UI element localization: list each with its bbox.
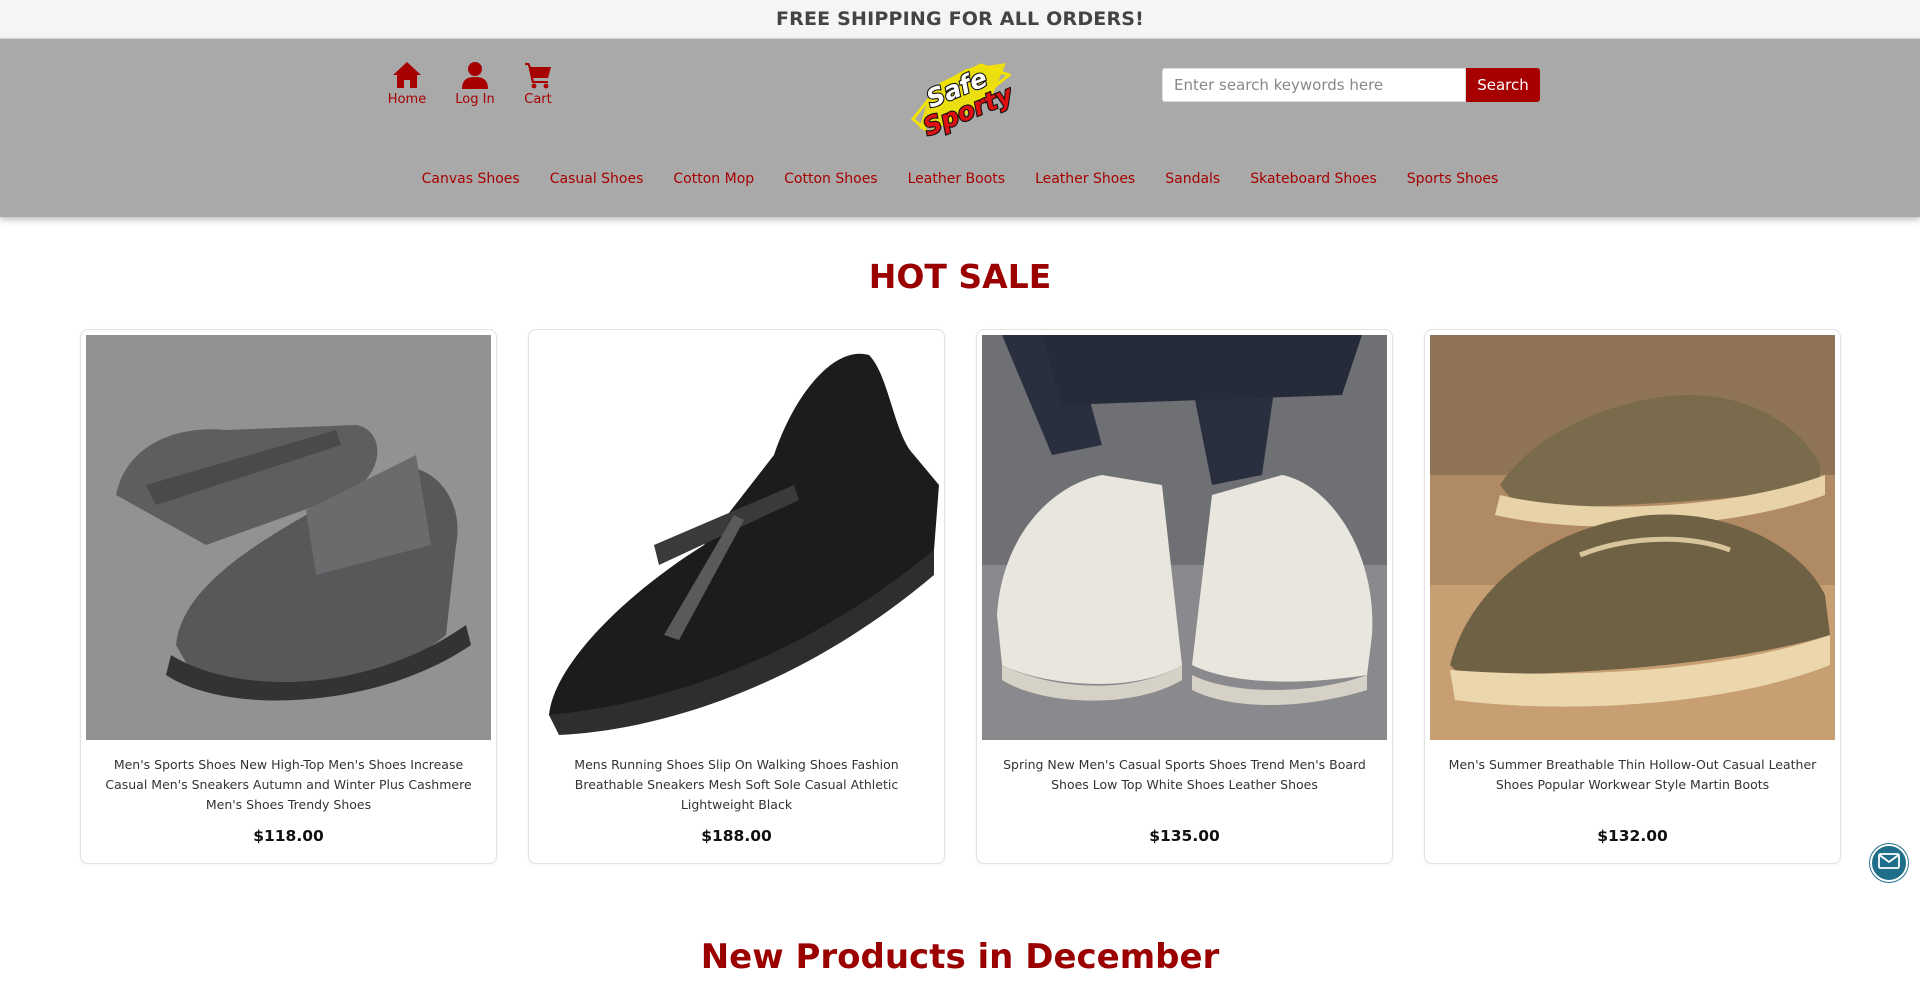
category-link-leather-shoes[interactable]: Leather Shoes: [1035, 171, 1135, 187]
product-name[interactable]: Men's Sports Shoes New High-Top Men's Sh…: [96, 755, 481, 817]
product-price: $132.00: [1597, 827, 1668, 845]
user-icon: [461, 57, 489, 89]
category-link-casual-shoes[interactable]: Casual Shoes: [550, 171, 644, 187]
nav-login-link[interactable]: Log In: [444, 57, 506, 107]
nav-home-label: Home: [387, 92, 427, 107]
product-card[interactable]: Men's Summer Breathable Thin Hollow-Out …: [1424, 329, 1841, 864]
product-card[interactable]: Men's Sports Shoes New High-Top Men's Sh…: [80, 329, 497, 864]
free-shipping-banner: FREE SHIPPING FOR ALL ORDERS!: [0, 0, 1920, 39]
banner-text: FREE SHIPPING FOR ALL ORDERS!: [775, 8, 1145, 30]
product-price: $118.00: [253, 827, 324, 845]
nav-home-link[interactable]: Home: [380, 57, 434, 107]
cart-icon: [524, 57, 552, 89]
home-icon: [392, 57, 422, 89]
category-link-canvas-shoes[interactable]: Canvas Shoes: [422, 171, 520, 187]
product-card[interactable]: Spring New Men's Casual Sports Shoes Tre…: [976, 329, 1393, 864]
contact-mail-button[interactable]: [1870, 844, 1908, 882]
product-price: $188.00: [701, 827, 772, 845]
mail-icon: [1878, 852, 1900, 874]
category-nav: Canvas Shoes Casual Shoes Cotton Mop Cot…: [0, 171, 1920, 187]
product-card[interactable]: Mens Running Shoes Slip On Walking Shoes…: [528, 329, 945, 864]
nav-login-label: Log In: [455, 92, 495, 107]
hot-sale-heading: HOT SALE: [868, 257, 1052, 296]
new-products-heading: New Products in December: [700, 937, 1220, 977]
product-image[interactable]: [982, 335, 1387, 740]
product-price: $135.00: [1149, 827, 1220, 845]
category-link-skateboard-shoes[interactable]: Skateboard Shoes: [1250, 171, 1377, 187]
product-image[interactable]: [1430, 335, 1835, 740]
category-link-cotton-mop[interactable]: Cotton Mop: [673, 171, 754, 187]
nav-cart-label: Cart: [524, 92, 552, 107]
search-bar: Search: [1162, 68, 1540, 102]
product-image[interactable]: [86, 335, 491, 740]
product-name[interactable]: Spring New Men's Casual Sports Shoes Tre…: [992, 755, 1377, 817]
nav-cart-link[interactable]: Cart: [516, 57, 560, 107]
header-nav: Home Log In Cart: [380, 57, 560, 107]
category-link-cotton-shoes[interactable]: Cotton Shoes: [784, 171, 877, 187]
product-name[interactable]: Mens Running Shoes Slip On Walking Shoes…: [544, 755, 929, 817]
category-link-leather-boots[interactable]: Leather Boots: [908, 171, 1005, 187]
site-header: Home Log In Cart Safe Sporty Search: [0, 39, 1920, 217]
search-button[interactable]: Search: [1466, 68, 1540, 102]
site-logo[interactable]: Safe Sporty: [910, 59, 1019, 143]
hot-sale-products: Men's Sports Shoes New High-Top Men's Sh…: [80, 329, 1841, 864]
product-name[interactable]: Men's Summer Breathable Thin Hollow-Out …: [1440, 755, 1825, 817]
category-link-sports-shoes[interactable]: Sports Shoes: [1407, 171, 1499, 187]
product-image[interactable]: [534, 335, 939, 740]
category-link-sandals[interactable]: Sandals: [1165, 171, 1220, 187]
search-input[interactable]: [1162, 68, 1466, 102]
